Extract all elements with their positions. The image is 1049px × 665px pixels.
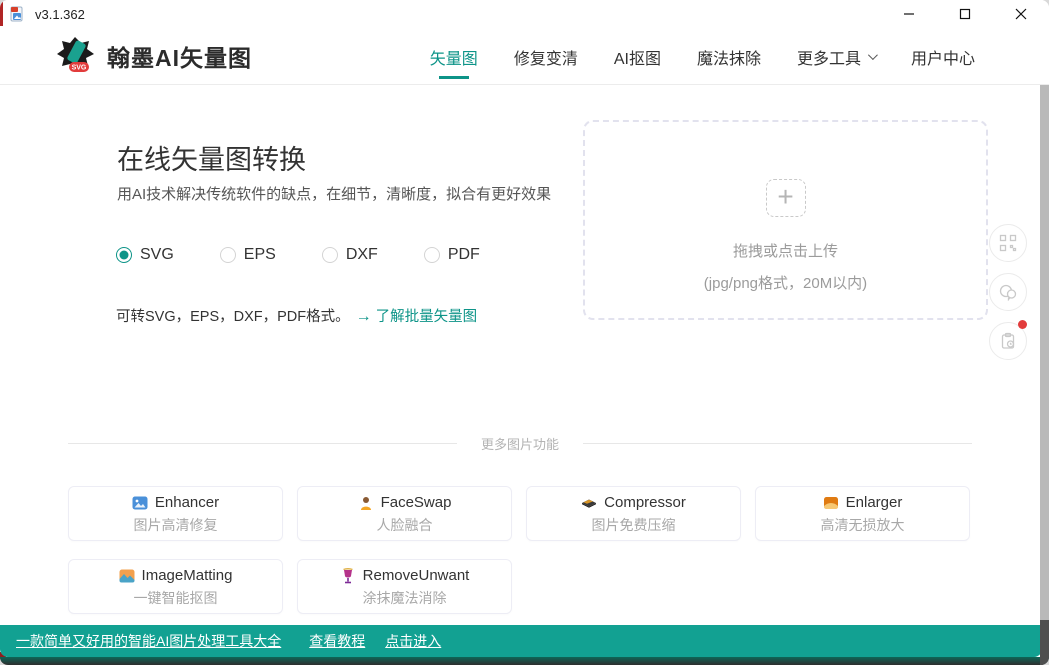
divider-line — [68, 443, 457, 444]
app-window: v3.1.362 SVG 翰墨AI矢量图 矢量图 修复变清 — [0, 0, 1049, 665]
maximize-button[interactable] — [937, 0, 993, 28]
nav-ai-matting[interactable]: AI抠图 — [614, 28, 661, 85]
arrow-right-icon: → — [356, 308, 372, 325]
footer-enter-link[interactable]: 点击进入 — [385, 631, 441, 651]
card-enlarger[interactable]: Enlarger 高清无损放大 — [755, 486, 970, 541]
feature-cards: Enhancer 图片高清修复 FaceSwap 人脸融合 Compressor… — [68, 486, 972, 614]
card-compressor[interactable]: Compressor 图片免费压缩 — [526, 486, 741, 541]
window-bottom-edge — [0, 657, 1049, 665]
qr-code-button[interactable] — [989, 224, 1027, 262]
page-description: 用AI技术解决传统软件的缺点，在细节，清晰度，拟合有更好效果 — [117, 183, 551, 204]
chat-button[interactable] — [989, 273, 1027, 311]
minimize-button[interactable] — [881, 0, 937, 28]
qr-code-icon — [999, 234, 1017, 252]
card-imagematting[interactable]: ImageMatting 一键智能抠图 — [68, 559, 283, 614]
svg-text:SVG: SVG — [72, 65, 87, 72]
logo: SVG 翰墨AI矢量图 — [55, 35, 252, 77]
nav-restore[interactable]: 修复变清 — [514, 28, 578, 85]
format-note: 可转SVG，EPS，DXF，PDF格式。→了解批量矢量图 — [116, 305, 477, 326]
card-removeunwant[interactable]: RemoveUnwant 涂抹魔法消除 — [297, 559, 512, 614]
titlebar: v3.1.362 — [0, 0, 1049, 28]
radio-pdf[interactable]: PDF — [424, 246, 480, 264]
nav-magic-erase[interactable]: 魔法抹除 — [697, 28, 761, 85]
removeunwant-icon — [340, 568, 356, 584]
app-version: v3.1.362 — [35, 7, 85, 22]
radio-circle-icon — [424, 247, 440, 263]
side-toolbar — [989, 224, 1027, 360]
compressor-icon — [581, 495, 597, 511]
format-radio-group: SVG EPS DXF PDF — [116, 246, 480, 264]
vertical-scrollbar[interactable] — [1040, 85, 1049, 620]
divider-line — [583, 443, 972, 444]
chat-icon — [998, 283, 1018, 301]
chevron-down-icon — [868, 50, 878, 60]
divider-label: 更多图片功能 — [457, 434, 583, 453]
radio-circle-icon — [116, 247, 132, 263]
radio-circle-icon — [322, 247, 338, 263]
nav-more-tools[interactable]: 更多工具 — [797, 28, 875, 85]
backdrop-sliver — [0, 0, 3, 26]
footer-tagline-link[interactable]: 一款简单又好用的智能AI图片处理工具大全 — [16, 631, 281, 651]
header: SVG 翰墨AI矢量图 矢量图 修复变清 AI抠图 魔法抹除 更多工具 用户中心 — [0, 28, 1049, 85]
window-controls — [881, 0, 1049, 28]
scrollbar-track-dark — [1040, 620, 1049, 665]
app-icon — [9, 6, 25, 22]
enhancer-icon — [132, 495, 148, 511]
footer-bar: 一款简单又好用的智能AI图片处理工具大全 查看教程 点击进入 — [0, 625, 1042, 657]
history-clipboard-button[interactable] — [989, 322, 1027, 360]
more-features-divider: 更多图片功能 — [68, 434, 972, 453]
footer-tutorial-link[interactable]: 查看教程 — [309, 631, 365, 651]
imagematting-icon — [119, 568, 135, 584]
clipboard-clock-icon — [999, 332, 1017, 350]
radio-eps[interactable]: EPS — [220, 246, 276, 264]
batch-vector-link[interactable]: 了解批量矢量图 — [376, 309, 478, 325]
brand-title: 翰墨AI矢量图 — [107, 39, 252, 73]
upload-dropzone[interactable]: + 拖拽或点击上传 (jpg/png格式，20M以内) — [583, 120, 988, 320]
notification-badge — [1018, 320, 1027, 329]
faceswap-icon — [358, 495, 374, 511]
radio-dxf[interactable]: DXF — [322, 246, 378, 264]
plus-icon: + — [766, 179, 806, 217]
radio-circle-icon — [220, 247, 236, 263]
radio-svg[interactable]: SVG — [116, 246, 174, 264]
card-enhancer[interactable]: Enhancer 图片高清修复 — [68, 486, 283, 541]
page-title: 在线矢量图转换 — [117, 138, 306, 177]
main-nav: 矢量图 修复变清 AI抠图 魔法抹除 更多工具 用户中心 — [430, 28, 975, 85]
nav-user-center[interactable]: 用户中心 — [911, 28, 975, 85]
close-button[interactable] — [993, 0, 1049, 28]
enlarger-icon — [823, 495, 839, 511]
upload-format-hint: (jpg/png格式，20M以内) — [585, 272, 986, 293]
nav-vector[interactable]: 矢量图 — [430, 28, 478, 85]
logo-icon: SVG — [55, 35, 97, 77]
upload-hint: 拖拽或点击上传 — [585, 240, 986, 261]
card-faceswap[interactable]: FaceSwap 人脸融合 — [297, 486, 512, 541]
